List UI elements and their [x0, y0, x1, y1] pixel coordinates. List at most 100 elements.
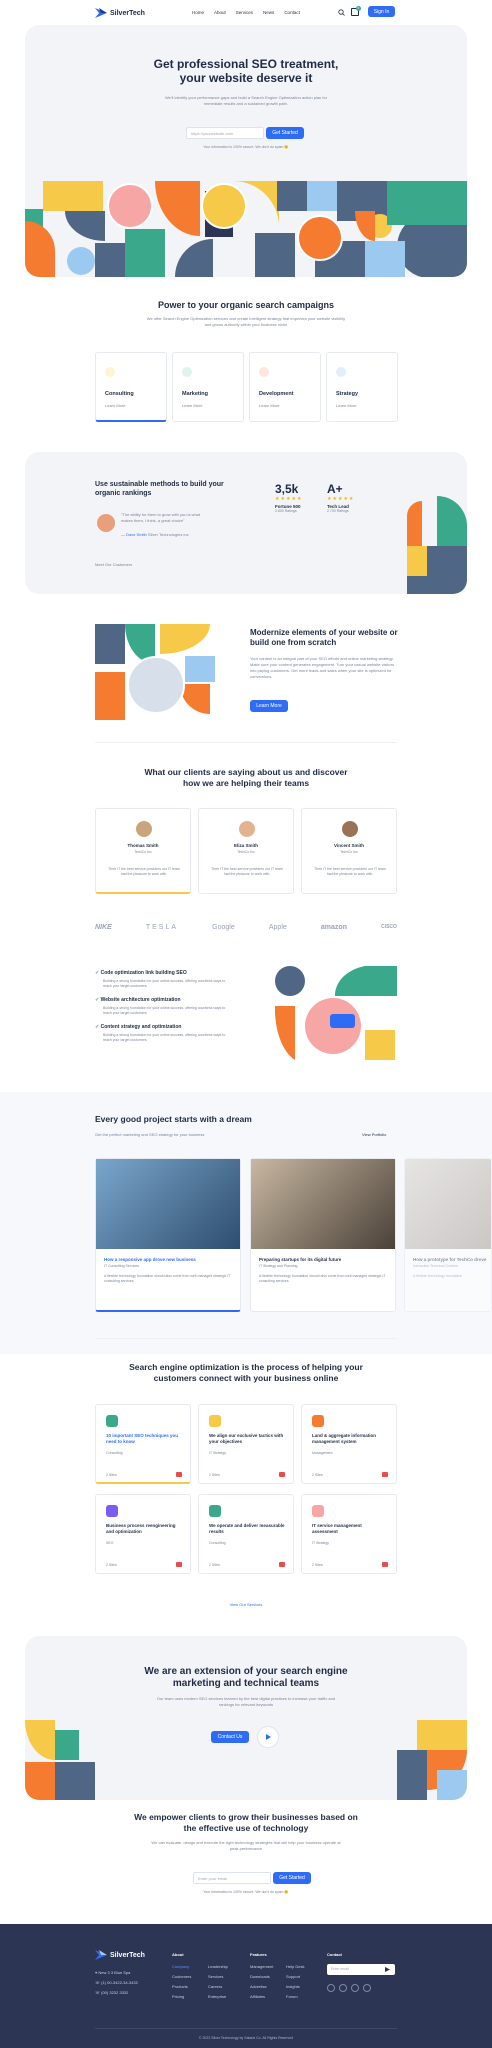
card-meta: 2 Sites	[209, 1563, 220, 1567]
footer-link[interactable]: Leadership	[208, 1964, 228, 1969]
logo-icon	[95, 8, 107, 18]
card-arrow-icon[interactable]	[176, 1562, 182, 1567]
signin-button[interactable]: Sign In	[368, 6, 395, 17]
footer-link[interactable]: Advertise	[250, 1984, 273, 1989]
project-image	[96, 1159, 240, 1249]
linkedin-icon[interactable]	[363, 1984, 371, 1992]
extension-title: We are an extension of your search engin…	[144, 1666, 348, 1689]
empower-title: We empower clients to grow their busines…	[134, 1812, 358, 1833]
footer-link[interactable]: Forum	[286, 1994, 304, 1999]
footer-link[interactable]: Downloads	[250, 1974, 273, 1979]
footer-link[interactable]: Enterprise	[208, 1994, 228, 1999]
service-card-consulting[interactable]: Consulting Learn More	[95, 352, 167, 422]
service-card-strategy[interactable]: Strategy Learn More	[326, 352, 398, 422]
footer-link[interactable]: Products	[172, 1984, 191, 1989]
testimonial-quote: "The ability for them to grow with you i…	[121, 512, 201, 523]
person-quote: Their IT the best service providers our …	[314, 867, 386, 876]
card-arrow-icon[interactable]	[382, 1562, 388, 1567]
testimonial-author: — Dave Smith Silver Technologies Inc	[121, 532, 189, 537]
process-card-5[interactable]: We operate and deliver measurable result…	[198, 1494, 294, 1574]
process-card-3[interactable]: Land & aggregate information management …	[301, 1404, 397, 1484]
nav-services[interactable]: Services	[236, 10, 253, 15]
empower-cta-button[interactable]: Get Started	[273, 1872, 311, 1884]
project-title: Preparing startups for its digital futur…	[259, 1257, 342, 1262]
footer-link[interactable]: Help Desk	[286, 1964, 304, 1969]
contact-us-button[interactable]: Contact Us	[211, 1731, 249, 1743]
person-name: Vincent Smith	[334, 843, 364, 848]
nav-news[interactable]: News	[263, 10, 274, 15]
card-title: We operate and deliver measurable result…	[209, 1523, 285, 1534]
card-category: SEO	[106, 1541, 114, 1545]
footer-link[interactable]: Company	[172, 1964, 191, 1969]
footer-link[interactable]: Affiliates	[250, 1994, 273, 1999]
nav-contact[interactable]: Contact	[284, 10, 300, 15]
footer-link[interactable]: Services	[208, 1974, 228, 1979]
footer-link[interactable]: Customers	[172, 1974, 191, 1979]
view-portfolio-link[interactable]: View Portfolio	[362, 1132, 386, 1137]
hero-shapes	[25, 181, 467, 277]
process-card-2[interactable]: We align our exclusive tactics with your…	[198, 1404, 294, 1484]
project-desc: A flexible technology foundation should …	[104, 1274, 231, 1283]
logo-nike: NIKE	[95, 924, 112, 931]
learn-more-link[interactable]: Learn More	[259, 403, 279, 408]
brand-logo[interactable]: SilverTech	[95, 8, 145, 18]
footer-link[interactable]: Pricing	[172, 1994, 191, 1999]
learn-more-link[interactable]: Learn More	[105, 403, 125, 408]
project-card-3[interactable]: How a prototype for TechCo drove Interac…	[404, 1158, 492, 1312]
learn-more-link[interactable]: Learn More	[182, 403, 202, 408]
empower-email-input[interactable]: Enter your email	[193, 1872, 271, 1884]
play-video-button[interactable]	[257, 1726, 279, 1748]
project-card-2[interactable]: Preparing startups for its digital futur…	[250, 1158, 396, 1312]
footer-link[interactable]: Support	[286, 1974, 304, 1979]
card-icon	[209, 1415, 221, 1427]
testimonial-card-3: Vincent Smith TechCo Inc Their IT the be…	[301, 808, 397, 894]
footer-col-about: About Company Customers Products Pricing	[172, 1952, 192, 1999]
methods-shapes	[407, 496, 467, 594]
footer-col-features-2: Help Desk Support Insights Forum	[286, 1964, 304, 2004]
meet-customers-link[interactable]: Meet Our Customers	[95, 562, 132, 567]
card-arrow-icon[interactable]	[279, 1472, 285, 1477]
play-icon	[266, 1734, 271, 1740]
process-card-4[interactable]: Business process reengineering and optim…	[95, 1494, 191, 1574]
footer-brand[interactable]: SilverTech	[95, 1950, 145, 1960]
footer-link[interactable]: Careers	[208, 1984, 228, 1989]
nav-about[interactable]: About	[214, 10, 226, 15]
testimonials-title: What our clients are saying about us and…	[144, 767, 348, 788]
card-meta: 2 Sites	[312, 1563, 323, 1567]
stat-tech: A+ ★★★★★ Tech Lead 2,700 Ratings	[327, 482, 355, 513]
process-card-1[interactable]: 10 important SEO techniques you need to …	[95, 1404, 191, 1484]
process-card-6[interactable]: IT service management assessment IT Stra…	[301, 1494, 397, 1574]
footer-email-input[interactable]: Enter email	[327, 1964, 395, 1975]
project-image	[405, 1159, 491, 1249]
learn-more-link[interactable]: Learn More	[336, 403, 356, 408]
search-icon[interactable]	[338, 9, 345, 16]
service-card-development[interactable]: Development Learn More	[249, 352, 321, 422]
development-icon	[259, 367, 269, 377]
person-name: Thomas Smith	[127, 843, 159, 848]
campaigns-description: We offer Search Engine Optimization serv…	[146, 316, 346, 327]
modernize-cta-button[interactable]: Learn More	[250, 700, 288, 712]
view-services-link[interactable]: View Our Services	[0, 1602, 492, 1607]
project-category: IT Strategy and Planning	[259, 1264, 298, 1268]
nav-home[interactable]: Home	[192, 10, 204, 15]
facebook-icon[interactable]	[327, 1984, 335, 1992]
card-arrow-icon[interactable]	[279, 1562, 285, 1567]
service-card-marketing[interactable]: Marketing Learn More	[172, 352, 244, 422]
empower-description: We can evaluate, design and execute the …	[151, 1840, 341, 1851]
card-title: IT service management assessment	[312, 1523, 362, 1534]
service-label: Consulting	[105, 391, 134, 397]
stars: ★★★★★	[275, 496, 303, 502]
project-card-1[interactable]: How a responsive app drove new business …	[95, 1158, 241, 1312]
footer-link[interactable]: Management	[250, 1964, 273, 1969]
instagram-icon[interactable]	[351, 1984, 359, 1992]
twitter-icon[interactable]	[339, 1984, 347, 1992]
card-meta: 2 Sites	[209, 1473, 220, 1477]
card-arrow-icon[interactable]	[382, 1472, 388, 1477]
card-arrow-icon[interactable]	[176, 1472, 182, 1477]
card-icon	[312, 1415, 324, 1427]
modernize-description: Your content is an integral part of your…	[250, 656, 395, 679]
hero-cta-button[interactable]: Get Started	[266, 127, 304, 139]
hero-url-input[interactable]: https://yourwebsite.com	[186, 127, 264, 139]
project-desc: A flexible technology foundation	[413, 1274, 463, 1278]
footer-link[interactable]: Insights	[286, 1984, 304, 1989]
